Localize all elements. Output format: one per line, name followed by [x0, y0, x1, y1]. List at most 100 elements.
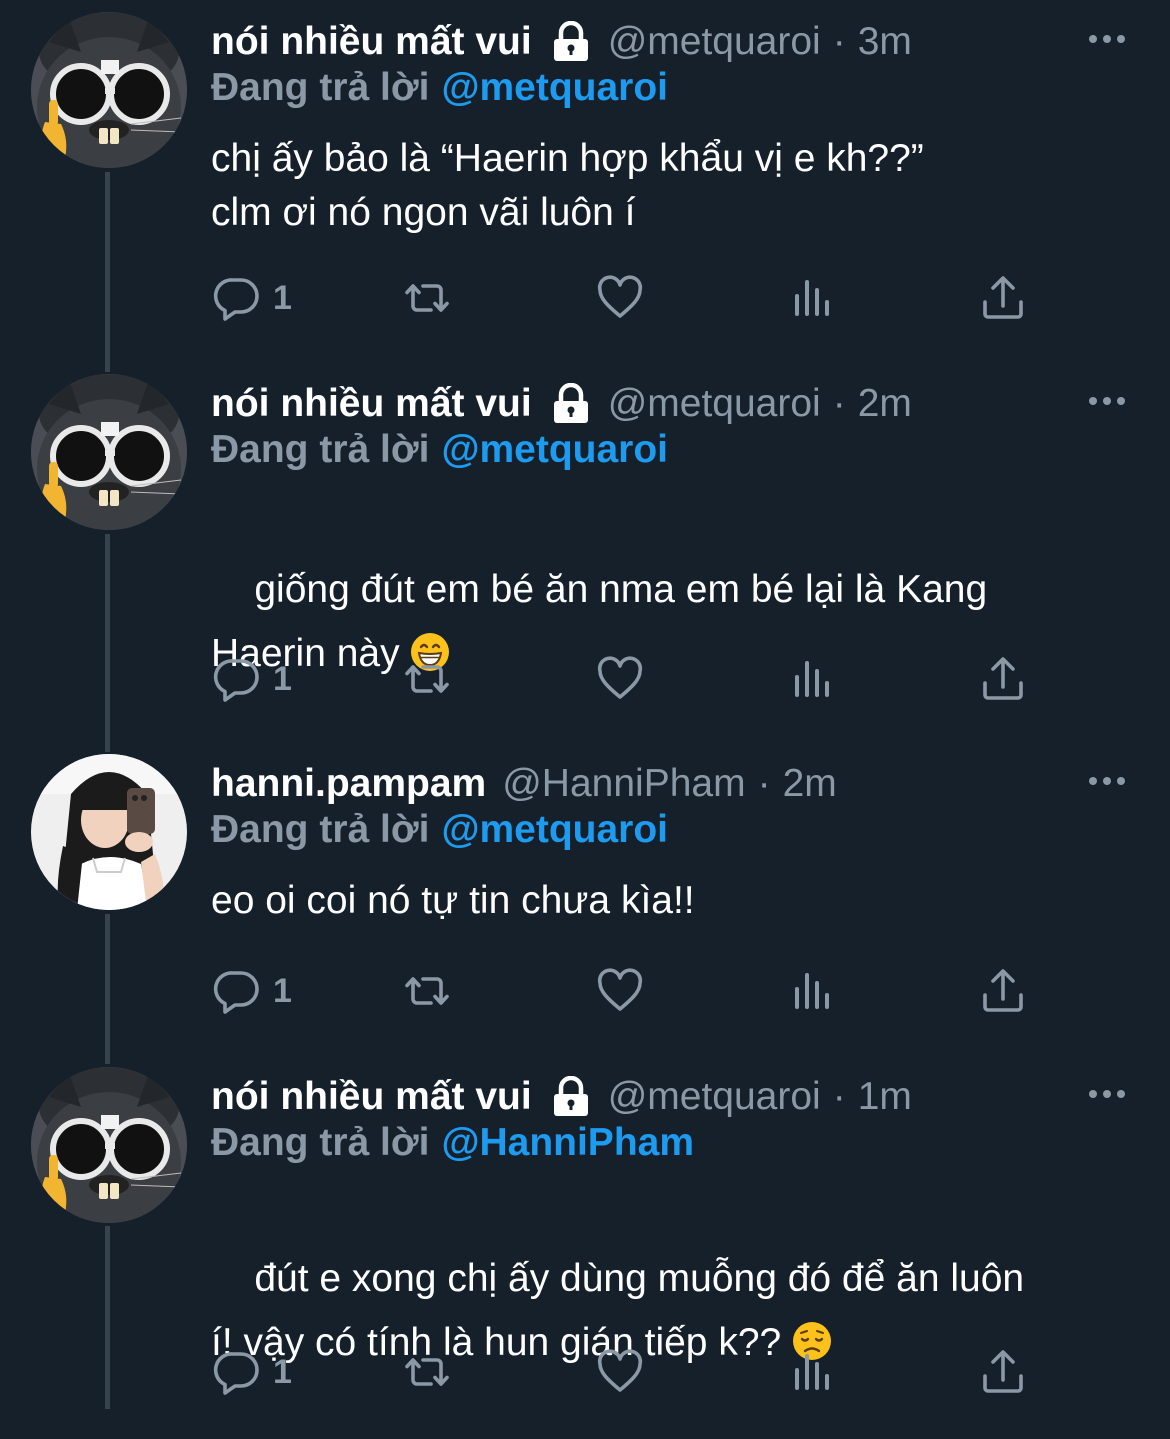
reply-prefix: Đang trả lời	[211, 428, 430, 471]
avatar[interactable]	[31, 754, 187, 910]
tweet-text: đút e xong chị ấy dùng muỗng đó để ăn lu…	[211, 1183, 1141, 1439]
avatar[interactable]	[31, 1067, 187, 1223]
retweet-button[interactable]	[403, 1347, 451, 1397]
tweet[interactable]: nói nhiều mất vui @metquaroi · 3m Đang t…	[0, 0, 1170, 340]
tweet-text: eo oi coi nó tự tin chưa kìa!!	[211, 879, 695, 922]
more-options-icon[interactable]	[1086, 1079, 1128, 1109]
avatar[interactable]	[31, 12, 187, 168]
lock-icon	[550, 383, 592, 425]
lock-icon	[550, 1076, 592, 1118]
reply-count: 1	[273, 278, 292, 317]
reply-button[interactable]: 1	[213, 1347, 292, 1397]
like-button[interactable]	[596, 654, 644, 704]
more-options-icon[interactable]	[1086, 386, 1128, 416]
reply-target-link[interactable]: @HanniPham	[441, 1121, 694, 1164]
share-icon	[979, 967, 1027, 1015]
tweet-text: chị ấy bảo là “Haerin hợp khẩu vị e kh??…	[211, 137, 924, 234]
reply-prefix: Đang trả lời	[211, 1121, 430, 1164]
replying-to: Đang trả lời @metquaroi	[211, 62, 668, 114]
replying-to: Đang trả lời @HanniPham	[211, 1117, 694, 1169]
tweet-header: nói nhiều mất vui @metquaroi · 2m	[211, 378, 912, 430]
reply-prefix: Đang trả lời	[211, 66, 430, 109]
reply-button[interactable]: 1	[213, 273, 292, 323]
views-icon	[789, 655, 837, 703]
retweet-button[interactable]	[403, 654, 451, 704]
display-name[interactable]: hanni.pampam	[211, 758, 486, 810]
like-button[interactable]	[596, 273, 644, 323]
share-button[interactable]	[979, 1347, 1027, 1397]
display-name[interactable]: nói nhiều mất vui	[211, 378, 532, 430]
reply-target-link[interactable]: @metquaroi	[441, 428, 668, 471]
timestamp[interactable]: 2m	[858, 378, 912, 430]
timestamp[interactable]: 1m	[858, 1071, 912, 1123]
lock-icon	[550, 21, 592, 63]
views-icon	[789, 274, 837, 322]
views-icon	[789, 1348, 837, 1396]
heart-icon	[596, 274, 644, 322]
tweet[interactable]: nói nhiều mất vui @metquaroi · 2m Đang t…	[0, 362, 1170, 734]
reply-button[interactable]: 1	[213, 654, 292, 704]
cat-avatar-image	[31, 1067, 187, 1223]
cat-avatar-image	[31, 12, 187, 168]
handle[interactable]: @metquaroi	[608, 1071, 821, 1123]
separator: ·	[832, 20, 846, 63]
handle[interactable]: @metquaroi	[608, 16, 821, 68]
avatar[interactable]	[31, 374, 187, 530]
separator: ·	[757, 762, 771, 805]
share-button[interactable]	[979, 273, 1027, 323]
display-name[interactable]: nói nhiều mất vui	[211, 16, 532, 68]
tweet[interactable]: hanni.pampam @HanniPham · 2m Đang trả lờ…	[0, 742, 1170, 1054]
heart-icon	[596, 1348, 644, 1396]
like-button[interactable]	[596, 966, 644, 1016]
reply-icon	[213, 1348, 261, 1396]
separator: ·	[832, 382, 846, 425]
tweet[interactable]: nói nhiều mất vui @metquaroi · 1m Đang t…	[0, 1055, 1170, 1409]
display-name[interactable]: nói nhiều mất vui	[211, 1071, 532, 1123]
reply-icon	[213, 655, 261, 703]
views-button[interactable]	[789, 654, 837, 704]
views-button[interactable]	[789, 273, 837, 323]
reply-count: 1	[273, 659, 292, 698]
action-bar: 1	[211, 654, 1041, 704]
more-options-icon[interactable]	[1086, 24, 1128, 54]
reply-icon	[213, 967, 261, 1015]
retweet-icon	[403, 1348, 451, 1396]
share-button[interactable]	[979, 654, 1027, 704]
share-icon	[979, 274, 1027, 322]
views-button[interactable]	[789, 1347, 837, 1397]
reply-target-link[interactable]: @metquaroi	[441, 808, 668, 851]
retweet-button[interactable]	[403, 966, 451, 1016]
like-button[interactable]	[596, 1347, 644, 1397]
timestamp[interactable]: 3m	[858, 16, 912, 68]
tweet-header: hanni.pampam @HanniPham · 2m	[211, 758, 837, 810]
reply-prefix: Đang trả lời	[211, 808, 430, 851]
reply-target-link[interactable]: @metquaroi	[441, 66, 668, 109]
views-button[interactable]	[789, 966, 837, 1016]
separator: ·	[832, 1075, 846, 1118]
action-bar: 1	[211, 1347, 1041, 1397]
handle[interactable]: @metquaroi	[608, 378, 821, 430]
share-button[interactable]	[979, 966, 1027, 1016]
action-bar: 1	[211, 966, 1041, 1016]
tweet-header: nói nhiều mất vui @metquaroi · 1m	[211, 1071, 912, 1123]
reply-count: 1	[273, 971, 292, 1010]
heart-icon	[596, 655, 644, 703]
retweet-icon	[403, 274, 451, 322]
replying-to: Đang trả lời @metquaroi	[211, 424, 668, 476]
girl-avatar-image	[31, 754, 187, 910]
reply-icon	[213, 274, 261, 322]
share-icon	[979, 1348, 1027, 1396]
share-icon	[979, 655, 1027, 703]
replying-to: Đang trả lời @metquaroi	[211, 804, 668, 856]
tweet-text: giống đút em bé ăn nma em bé lại là Kang…	[211, 494, 1141, 750]
tweet-header: nói nhiều mất vui @metquaroi · 3m	[211, 16, 912, 68]
more-options-icon[interactable]	[1086, 766, 1128, 796]
timestamp[interactable]: 2m	[783, 758, 837, 810]
cat-avatar-image	[31, 374, 187, 530]
heart-icon	[596, 967, 644, 1015]
retweet-icon	[403, 967, 451, 1015]
reply-button[interactable]: 1	[213, 966, 292, 1016]
reply-count: 1	[273, 1352, 292, 1391]
retweet-button[interactable]	[403, 273, 451, 323]
handle[interactable]: @HanniPham	[502, 758, 745, 810]
